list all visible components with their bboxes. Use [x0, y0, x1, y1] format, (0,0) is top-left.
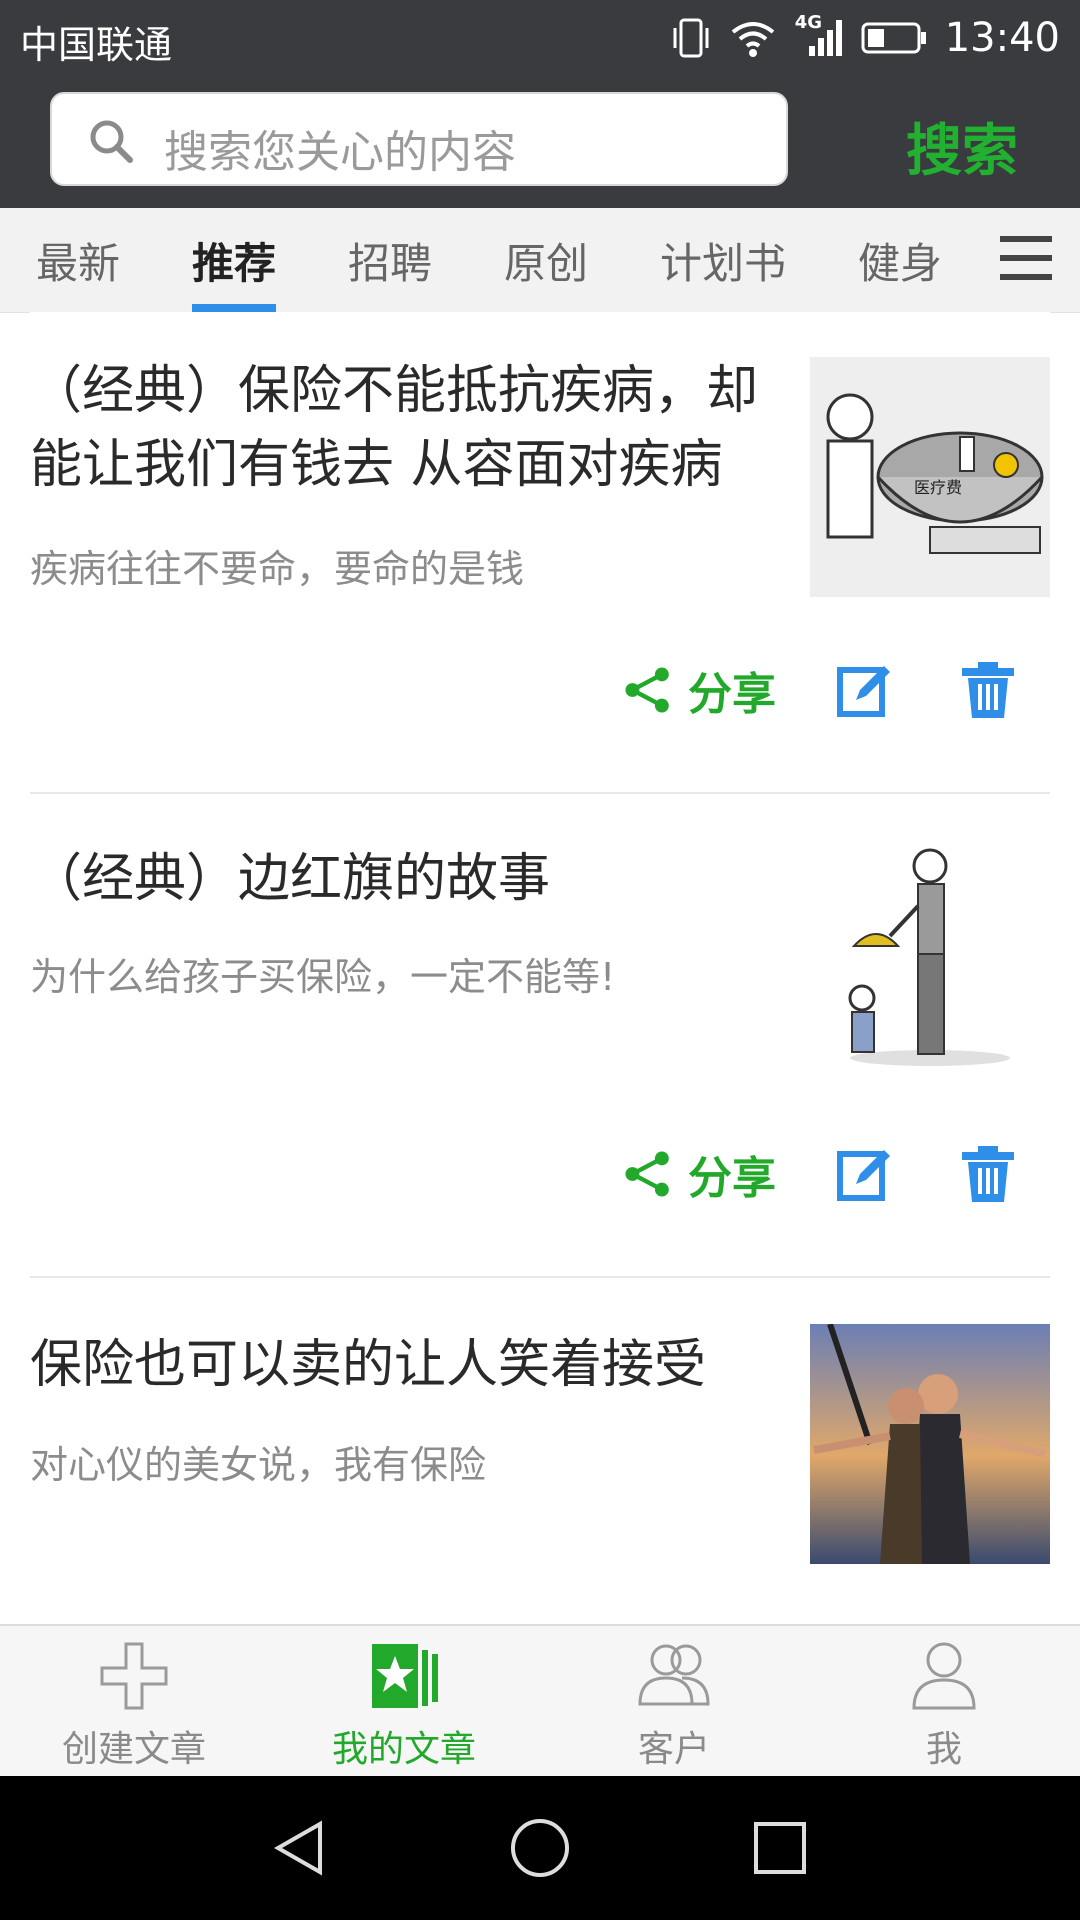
- recents-icon[interactable]: [750, 1818, 810, 1878]
- image-caption: 医疗费: [914, 478, 962, 497]
- bottom-nav: 创建文章 我的文章 客户 我: [0, 1624, 1080, 1778]
- article-thumbnail[interactable]: 医疗费: [810, 357, 1050, 597]
- article-subtitle: 为什么给孩子买保险，一定不能等!: [30, 955, 616, 999]
- active-tab-indicator: [192, 304, 276, 312]
- nav-label: 客户: [637, 1729, 710, 1770]
- medical-cartoon-image: 医疗费: [810, 357, 1050, 597]
- vibrate-icon: [673, 18, 709, 58]
- article-title-line: 能让我们有钱去 从容面对疾病: [30, 435, 723, 495]
- menu-icon[interactable]: [1000, 232, 1052, 284]
- search-header: 搜索您关心的内容 搜索: [0, 76, 1080, 208]
- article-subtitle: 对心仪的美女说，我有保险: [30, 1443, 487, 1487]
- clock: 13:40: [944, 15, 1060, 61]
- couple-ship-photo: [810, 1324, 1050, 1564]
- nav-customers[interactable]: 客户: [554, 1638, 794, 1772]
- divider: [30, 792, 1050, 794]
- signal-icon: 4G: [795, 12, 843, 60]
- trash-icon[interactable]: [958, 1144, 1018, 1204]
- share-icon: [625, 1151, 669, 1197]
- article-subtitle: 疾病往往不要命，要命的是钱: [30, 547, 525, 591]
- edit-icon[interactable]: [834, 1144, 894, 1204]
- share-label: 分享: [688, 1153, 776, 1204]
- tab-plan[interactable]: 计划书: [660, 230, 786, 291]
- search-icon: [90, 120, 133, 163]
- search-input[interactable]: 搜索您关心的内容: [50, 92, 788, 186]
- nav-me[interactable]: 我: [824, 1638, 1064, 1772]
- article-card[interactable]: （经典）保险不能抵抗疾病，却 能让我们有钱去 从容面对疾病 疾病往往不要命，要命…: [30, 312, 1050, 794]
- home-icon[interactable]: [508, 1816, 572, 1880]
- share-button[interactable]: 分享: [622, 1142, 776, 1206]
- nav-create-article[interactable]: 创建文章: [14, 1638, 254, 1772]
- article-thumbnail[interactable]: [810, 836, 1050, 1076]
- wifi-icon: [731, 22, 774, 57]
- article-title: （经典）保险不能抵抗疾病，却 能让我们有钱去 从容面对疾病: [30, 354, 758, 502]
- divider: [30, 1276, 1050, 1278]
- article-title: 保险也可以卖的让人笑着接受: [30, 1335, 707, 1395]
- star-book-icon: [372, 1644, 438, 1708]
- article-title: （经典）边红旗的故事: [30, 849, 551, 909]
- search-button[interactable]: 搜索: [906, 106, 1018, 187]
- tab-original[interactable]: 原创: [504, 230, 588, 291]
- nav-label: 我: [925, 1729, 962, 1770]
- search-placeholder: 搜索您关心的内容: [164, 127, 516, 178]
- status-icons: 4G 13:40: [671, 12, 1060, 64]
- trash-icon[interactable]: [958, 660, 1018, 720]
- article-title-line: （经典）保险不能抵抗疾病，却: [30, 361, 759, 421]
- tab-recommended[interactable]: 推荐: [192, 230, 276, 291]
- article-thumbnail[interactable]: [810, 1324, 1050, 1564]
- battery-icon: [861, 22, 926, 54]
- tab-fitness[interactable]: 健身: [858, 230, 942, 291]
- system-navigation-bar: [0, 1776, 1080, 1920]
- article-actions: 分享: [622, 658, 1018, 722]
- share-label: 分享: [688, 669, 776, 720]
- users-icon: [638, 1644, 710, 1706]
- share-icon: [625, 667, 669, 713]
- parent-child-cartoon-image: [810, 836, 1050, 1076]
- article-card[interactable]: 保险也可以卖的让人笑着接受 对心仪的美女说，我有保险: [30, 1280, 1050, 1624]
- edit-icon[interactable]: [834, 660, 894, 720]
- share-button[interactable]: 分享: [622, 658, 776, 722]
- category-tabs: 最新 推荐 招聘 原创 计划书 健身: [0, 208, 1080, 313]
- article-card[interactable]: （经典）边红旗的故事 为什么给孩子买保险，一定不能等! 分享: [30, 796, 1050, 1278]
- tab-jobs[interactable]: 招聘: [348, 230, 432, 291]
- tab-latest[interactable]: 最新: [36, 230, 120, 291]
- nav-label: 我的文章: [331, 1729, 476, 1770]
- article-actions: 分享: [622, 1142, 1018, 1206]
- user-icon: [912, 1642, 976, 1710]
- nav-label: 创建文章: [61, 1729, 206, 1770]
- nav-my-articles[interactable]: 我的文章: [284, 1638, 524, 1772]
- back-icon[interactable]: [270, 1818, 330, 1878]
- status-bar: 中国联通 4G 13:40: [0, 0, 1080, 76]
- plus-icon: [100, 1642, 168, 1710]
- carrier-label: 中国联通: [20, 23, 173, 67]
